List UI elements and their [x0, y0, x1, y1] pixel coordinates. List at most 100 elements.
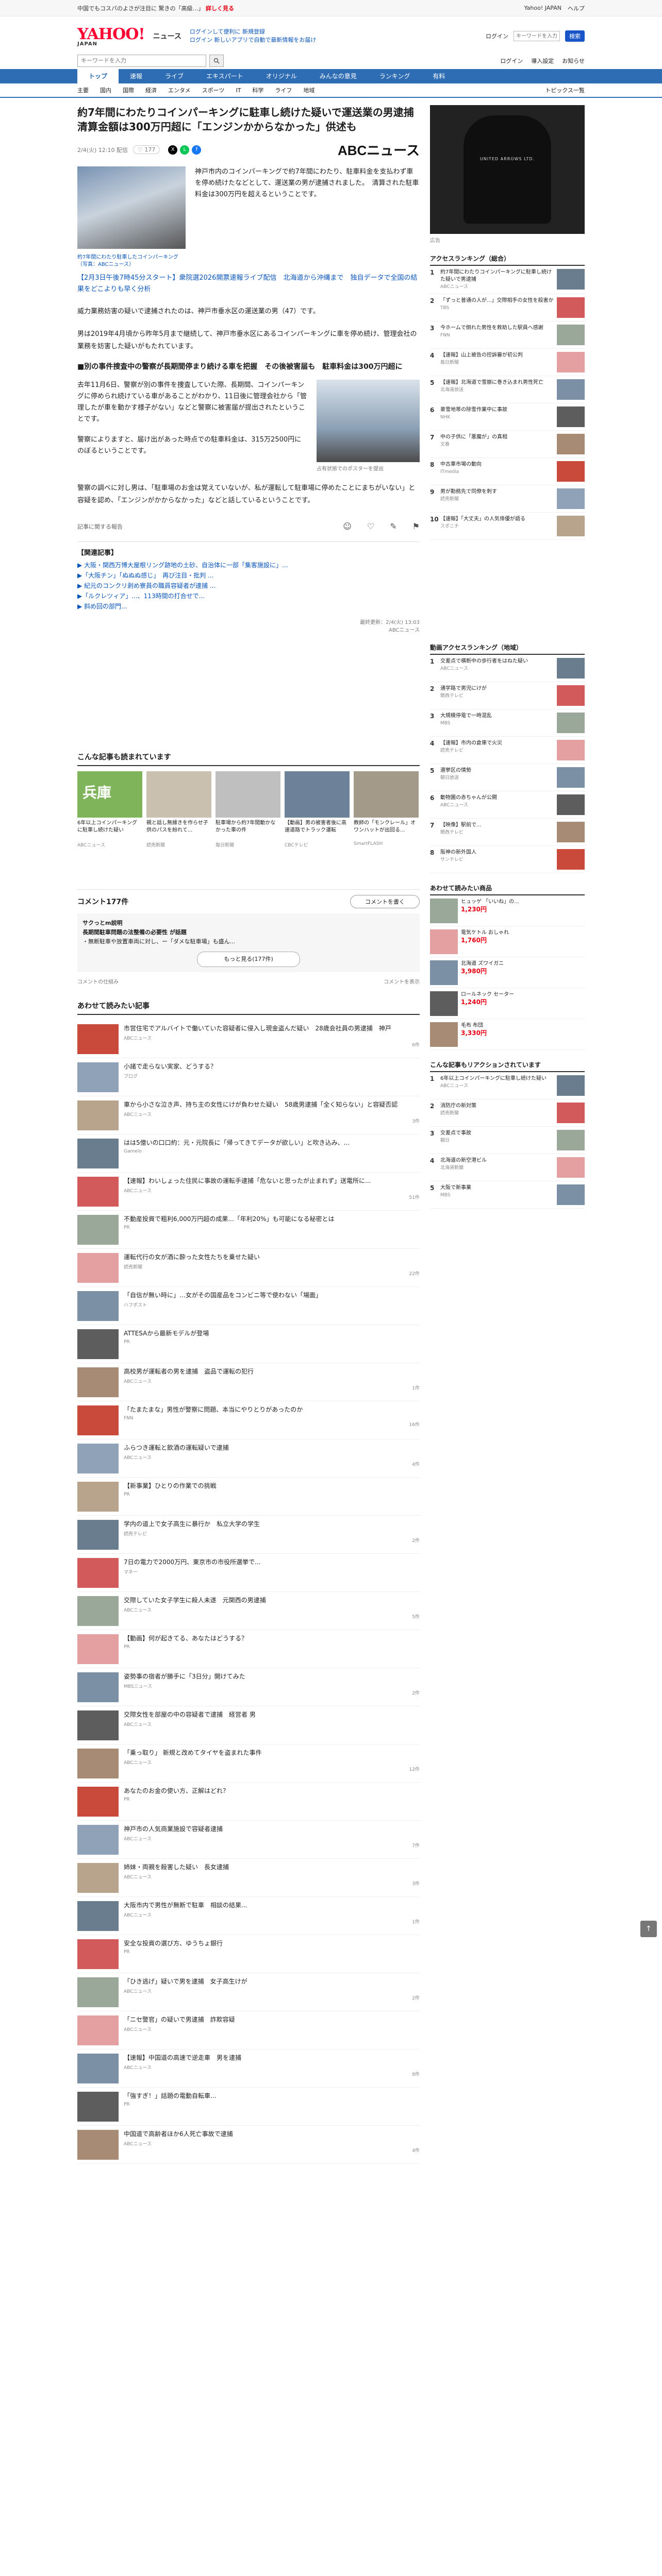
- ranking-item[interactable]: 3 交差点で事故 朝日: [430, 1127, 585, 1154]
- shop-item[interactable]: 毛布 布団 3,330円: [430, 1019, 585, 1050]
- smile-icon[interactable]: ☺: [343, 521, 352, 531]
- category-tab[interactable]: 科学: [252, 86, 263, 94]
- article-list-item[interactable]: 安全な投資の選び方、ゆうちょ銀行 PR: [77, 1935, 420, 1973]
- ranking-item[interactable]: 8 中古車市場の動向 ITmedia: [430, 458, 585, 485]
- nav-tab[interactable]: エキスパート: [195, 69, 255, 83]
- category-tab[interactable]: エンタメ: [168, 86, 191, 94]
- ranking-item[interactable]: 5 大阪で新事業 MBS: [430, 1181, 585, 1209]
- comments-toggle[interactable]: コメントを表示: [384, 977, 420, 985]
- line-share-icon[interactable]: L: [180, 145, 190, 155]
- article-list-item[interactable]: 運転代行の女が酒に酔った女性たちを乗せた疑い 読売新聞 22件: [77, 1249, 420, 1287]
- article-list-item[interactable]: 【動画】何が起きてる、あなたはどうする？ PR: [77, 1630, 420, 1668]
- login-link[interactable]: ログイン: [486, 32, 508, 40]
- provider-logo[interactable]: ABCニュース: [338, 140, 420, 159]
- heart-icon[interactable]: ♡: [367, 521, 374, 531]
- nav-tab[interactable]: ライブ: [154, 69, 195, 83]
- ranking-item[interactable]: 10 【速報】「大丈夫」の人気俳優が語る スポニチ: [430, 513, 585, 540]
- recommended-card[interactable]: 駐車場から約7年間動かなかった車の件 毎日新聞: [216, 771, 280, 848]
- article-list-item[interactable]: ふらつき運転と飲酒の運転疑いで逮捕 ABCニュース 4件: [77, 1439, 420, 1478]
- search-button[interactable]: [209, 55, 224, 67]
- article-list-item[interactable]: 中国道で高齢者ほか6人死亡事故で逮捕 ABCニュース 4件: [77, 2126, 420, 2164]
- article-list-item[interactable]: 「強すぎ！」話題の電動自転車... PR: [77, 2088, 420, 2126]
- search-input[interactable]: [77, 55, 206, 67]
- recommended-card[interactable]: 【動画】男の被害者後に高速道路でトラック運転 CBCテレビ: [285, 771, 350, 848]
- report-link[interactable]: 記事に関する報告: [77, 522, 123, 531]
- article-list-item[interactable]: 市営住宅でアルバイトで働いていた容疑者に侵入し現金盗んだ疑い 28歳会社員の男逮…: [77, 1020, 420, 1058]
- article-list-item[interactable]: 姿勢事の宿者が勝手に「3日分」開けてみた MBSニュース 2件: [77, 1668, 420, 1706]
- ranking-item[interactable]: 5 選挙区の情勢 朝日放送: [430, 764, 585, 791]
- lead-image-caption[interactable]: 約7年間にわたり駐車したコインパーキング（写真：ABCニュース）: [77, 254, 186, 268]
- facebook-share-icon[interactable]: f: [192, 145, 202, 155]
- nav-tab[interactable]: ランキング: [368, 69, 422, 83]
- article-list-item[interactable]: 「たまたまな」男性が警察に問題、本当にやりとりがあったのか FNN 16件: [77, 1401, 420, 1439]
- article-list-item[interactable]: 交際女性を部屋の中の容疑者で逮捕 経営者 男 ABCニュース: [77, 1706, 420, 1744]
- article-list-item[interactable]: 【速報】わいしょった住民に事故の運転手逮捕「危ないと思ったが止まれず」送電所に.…: [77, 1173, 420, 1211]
- pen-icon[interactable]: ✎: [390, 521, 396, 531]
- recommended-card[interactable]: 教師の「モンクレール」オワンハットが出回る... SmartFLASH: [354, 771, 419, 848]
- category-tab[interactable]: ライフ: [275, 86, 292, 94]
- category-tab[interactable]: 国内: [100, 86, 111, 94]
- article-list-item[interactable]: 7日の電力で2000万円、東京市の市役所選挙で... マネー: [77, 1554, 420, 1592]
- ranking-item[interactable]: 6 豪雪地帯の除雪作業中に事故 NHK: [430, 403, 585, 431]
- article-list-item[interactable]: 【速報】中国道の高速で逆走車 男を逮捕 ABCニュース 8件: [77, 2049, 420, 2088]
- shop-item[interactable]: 電気ケトル おしゃれ 1,760円: [430, 926, 585, 957]
- ranking-item[interactable]: 8 阪神の新外国人 サンテレビ: [430, 846, 585, 873]
- related-link[interactable]: ▶ 紀元のコンクリ剥め寮員の職員容疑者が逮捕 ...: [77, 581, 420, 591]
- ranking-item[interactable]: 1 交差点で横断中の歩行者をはねた疑い ABCニュース: [430, 655, 585, 682]
- ranking-item[interactable]: 3 大規模停電で一時混乱 MBS: [430, 709, 585, 737]
- ad-banner[interactable]: UNITED ARROWS LTD.: [430, 105, 585, 234]
- header-search-button[interactable]: 検索: [565, 30, 585, 42]
- favorite-button[interactable]: ♡ 177: [133, 145, 160, 154]
- inline-promo-link[interactable]: 【2月3日午後7時45分スタート】衆院選2026開票速報ライブ配信 北海道から沖…: [77, 273, 420, 295]
- ranking-item[interactable]: 1 約7年間にわたりコインパーキングに駐車し続けた疑いで男逮捕 ABCニュース: [430, 266, 585, 294]
- category-tab[interactable]: 地域: [303, 86, 315, 94]
- setup-link[interactable]: 導入設定: [531, 57, 554, 65]
- category-tab[interactable]: IT: [236, 87, 241, 94]
- ranking-item[interactable]: 7 中の子供に「悪魔が」の真相 文春: [430, 431, 585, 458]
- category-tab[interactable]: 経済: [145, 86, 157, 94]
- related-link[interactable]: ▶「大阪チン」「ぬぬぬ感じ」 再び注目・批判 ...: [77, 570, 420, 581]
- ranking-item[interactable]: 5 【速報】北海道で雪崩に巻き込まれ男性死亡 北海道放送: [430, 376, 585, 403]
- recommended-card[interactable]: 親と話し無縁きを作らせ子供のパスを紛れて... 読売新聞: [146, 771, 211, 848]
- related-link[interactable]: ▶「ルクレツィア」...、113時間の打合せで...: [77, 591, 420, 601]
- article-list-item[interactable]: 「ニセ警官」の疑いで男逮捕 詐欺容疑 ABCニュース: [77, 2011, 420, 2049]
- article-list-item[interactable]: ATTESAから最新モデルが登場 PR: [77, 1325, 420, 1363]
- ranking-item[interactable]: 1 6年以上コインパーキングに駐車し続けた疑い ABCニュース: [430, 1072, 585, 1099]
- nav-tab[interactable]: みんなの意見: [308, 69, 368, 83]
- related-link[interactable]: ▶ 斜め回の部門...: [77, 601, 420, 612]
- ranking-item[interactable]: 7 【映像】駅前で... 関西テレビ: [430, 819, 585, 846]
- ranking-item[interactable]: 6 動物園の赤ちゃんが公開 ABCニュース: [430, 791, 585, 819]
- article-list-item[interactable]: 交際していた女子学生に殺人未遂 元関西の男逮捕 ABCニュース 5件: [77, 1592, 420, 1630]
- shop-item[interactable]: ロールネック セーター 1,240円: [430, 988, 585, 1019]
- category-tab[interactable]: スポーツ: [202, 86, 225, 94]
- help-link[interactable]: ヘルプ: [568, 4, 585, 12]
- shop-item[interactable]: ヒュッゲ 「いいね」の... 1,230円: [430, 895, 585, 926]
- register-link[interactable]: ログインして便利に 新規登録: [190, 28, 317, 36]
- notice-link[interactable]: お知らせ: [562, 57, 585, 65]
- article-list-item[interactable]: 神戸市の人気商業施設で容疑者逮捕 ABCニュース 7件: [77, 1821, 420, 1859]
- category-tab[interactable]: 国際: [123, 86, 134, 94]
- article-list-item[interactable]: 【新事業】ひとりの作業での挑戦 PR: [77, 1478, 420, 1516]
- ranking-item[interactable]: 4 北海道の新空港ビル 北海道新聞: [430, 1154, 585, 1181]
- article-list-item[interactable]: 高校男が運転者の男を逮捕 盗品で運転の犯行 ABCニュース 1件: [77, 1363, 420, 1401]
- article-list-item[interactable]: 学内の道上で女子高生に暴行か 私立大学の学生 読売テレビ 2件: [77, 1516, 420, 1554]
- login-promo-link[interactable]: ログイン 新しいアプリで自動で最新情報をお届け: [190, 36, 317, 44]
- ranking-item[interactable]: 4 【速報】山上被告の控訴審が初公判 毎日新聞: [430, 349, 585, 376]
- service-name[interactable]: ニュース: [153, 31, 181, 41]
- article-list-item[interactable]: 「乗っ取り」 新規と改めてタイヤを盗まれた事件 ABCニュース 12件: [77, 1744, 420, 1783]
- x-share-icon[interactable]: X: [168, 145, 178, 155]
- ranking-item[interactable]: 3 今ホームで倒れた男性を救助した駅員へ感謝 FNN: [430, 321, 585, 349]
- ranking-item[interactable]: 2 消防庁の新対策 読売新聞: [430, 1099, 585, 1127]
- ranking-item[interactable]: 9 男が勤務先で同僚を刺す 読売新聞: [430, 485, 585, 513]
- article-list-item[interactable]: 「自信が無い時に」…女がその国産品をコンビニ等で使わない「場面」 ハフポスト: [77, 1287, 420, 1325]
- nav-tab[interactable]: オリジナル: [255, 69, 308, 83]
- login-button[interactable]: ログイン: [500, 57, 523, 65]
- shop-item[interactable]: 北海道 ズワイガニ 3,980円: [430, 957, 585, 988]
- write-comment-button[interactable]: コメントを書く: [350, 895, 420, 908]
- article-list-item[interactable]: 車から小さな泣き声、持ち主の女性にけが負わせた疑い 58歳男逮捕「全く知らない」…: [77, 1096, 420, 1134]
- ranking-item[interactable]: 4 【速報】市内の倉庫で火災 読売テレビ: [430, 737, 585, 764]
- nav-tab[interactable]: 速報: [119, 69, 154, 83]
- header-search-input[interactable]: [514, 31, 560, 41]
- lead-image[interactable]: 約7年間にわたり駐車したコインパーキング（写真：ABCニュース）: [77, 166, 186, 267]
- yahoo-japan-link[interactable]: Yahoo! JAPAN: [524, 5, 561, 11]
